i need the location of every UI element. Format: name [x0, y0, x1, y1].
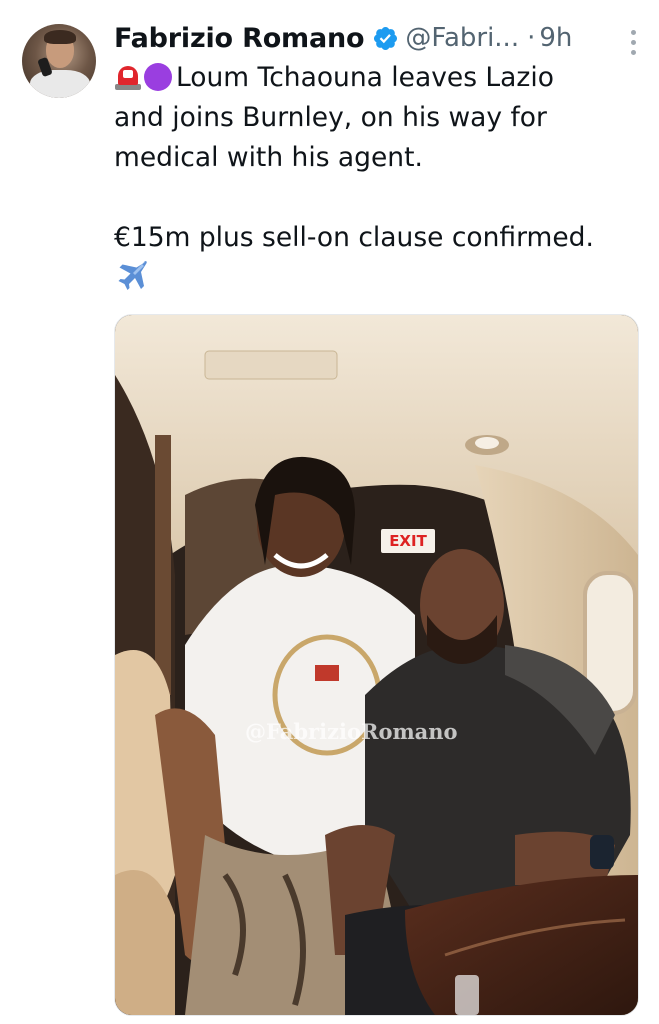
tweet-line-5: €15m plus sell-on clause confirmed.: [114, 222, 594, 253]
tweet-card[interactable]: Fabrizio Romano @Fabri... · 9h Loum Tcha…: [0, 0, 659, 1024]
tweet-text-line: Loum Tchaouna leaves Lazio: [176, 62, 554, 93]
airplane-icon: [118, 261, 147, 290]
tweet-line-1: Loum Tchaouna leaves Lazio: [114, 58, 644, 98]
tweet-photo[interactable]: EXIT @FabrizioRomano: [114, 314, 639, 1016]
more-options-icon[interactable]: [631, 30, 637, 56]
tweet-line-3: medical with his agent.: [114, 142, 423, 173]
avatar-shirt: [30, 70, 90, 98]
author-avatar[interactable]: [22, 24, 96, 98]
verified-badge-icon: [374, 26, 398, 50]
exit-sign: EXIT: [381, 529, 435, 553]
purple-circle-icon: [144, 63, 172, 91]
author-handle[interactable]: @Fabri...: [405, 23, 519, 53]
avatar-hair: [44, 30, 76, 44]
author-name[interactable]: Fabrizio Romano: [114, 23, 365, 54]
tweet-text: Loum Tchaouna leaves Lazio and joins Bur…: [114, 58, 644, 298]
tweet-timestamp[interactable]: 9h: [539, 23, 572, 53]
tweet-line-2: and joins Burnley, on his way for: [114, 102, 547, 133]
header-separator: ·: [527, 23, 536, 53]
police-siren-icon: [114, 64, 142, 90]
jet-cabin-photo: [115, 315, 638, 1015]
tweet-header: Fabrizio Romano @Fabri... · 9h: [114, 18, 639, 58]
photo-watermark: @FabrizioRomano: [245, 719, 458, 744]
tweet-line-6: [114, 258, 644, 298]
